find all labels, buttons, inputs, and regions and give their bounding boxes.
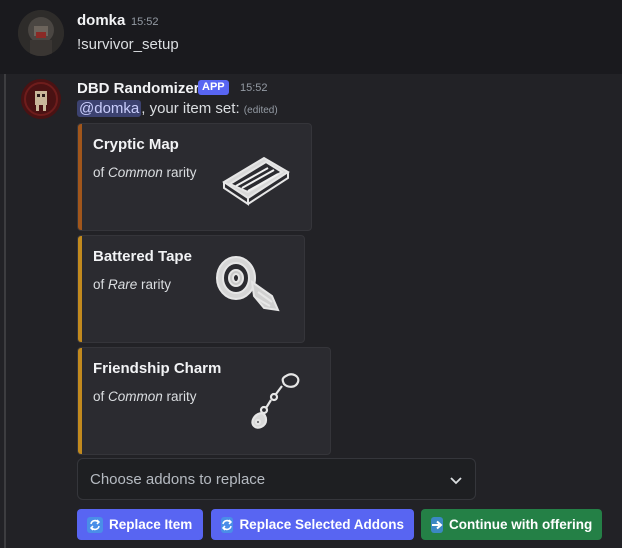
embed-accent	[78, 348, 82, 454]
item-embed-battered-tape: Battered Tape of Rare rarity	[77, 235, 305, 343]
rarity-prefix: of	[93, 165, 109, 180]
rarity-suffix: rarity	[162, 389, 197, 404]
rarity-prefix: of	[93, 277, 109, 292]
repeat-icon	[221, 516, 234, 533]
timestamp[interactable]: 15:52	[131, 16, 159, 28]
bot-timestamp[interactable]: 15:52	[240, 82, 268, 94]
continue-with-offering-button[interactable]: Continue with offering	[421, 509, 602, 540]
username[interactable]: domka	[77, 12, 125, 29]
item-embed-cryptic-map: Cryptic Map of Common rarity	[77, 123, 312, 231]
repeat-icon	[87, 516, 103, 533]
embed-title: Battered Tape	[93, 248, 192, 265]
charm-icon[interactable]	[238, 370, 308, 437]
embed-description: of Common rarity	[93, 165, 197, 180]
bot-avatar[interactable]	[21, 79, 61, 119]
rarity-value: Common	[108, 165, 163, 180]
app-badge: APP	[198, 80, 229, 95]
replace-addons-button[interactable]: Replace Selected Addons	[211, 509, 414, 540]
item-embed-friendship-charm: Friendship Charm of Common rarity	[77, 347, 331, 455]
avatar[interactable]	[18, 10, 64, 56]
button-label: Continue with offering	[449, 517, 593, 532]
embed-title: Friendship Charm	[93, 360, 222, 377]
message-domka: domka 15:52 !survivor_setup	[0, 0, 622, 74]
embed-accent	[78, 236, 82, 342]
tape-icon[interactable]	[214, 252, 284, 319]
rarity-value: Rare	[108, 277, 138, 292]
addons-select[interactable]: Choose addons to replace	[77, 458, 476, 500]
rarity-prefix: of	[93, 389, 109, 404]
user-mention[interactable]: @domka	[77, 100, 142, 117]
arrow-right-icon	[431, 516, 443, 533]
embed-description: of Rare rarity	[93, 277, 171, 292]
map-icon[interactable]	[218, 148, 294, 211]
message-body: , your item set:	[141, 100, 244, 117]
embed-description: of Common rarity	[93, 389, 197, 404]
button-label: Replace Selected Addons	[239, 517, 404, 532]
rarity-suffix: rarity	[137, 277, 172, 292]
message-text: !survivor_setup	[77, 36, 179, 53]
message-highlight-bar	[4, 74, 6, 548]
select-placeholder: Choose addons to replace	[90, 471, 266, 488]
bot-message-text: @domka, your item set: (edited)	[77, 100, 278, 117]
rarity-value: Common	[108, 389, 163, 404]
bot-username[interactable]: DBD Randomizer	[77, 80, 200, 97]
button-label: Replace Item	[109, 517, 193, 532]
embed-accent	[78, 124, 82, 230]
replace-item-button[interactable]: Replace Item	[77, 509, 203, 540]
chevron-down-icon	[449, 473, 463, 492]
edited-label: (edited)	[243, 105, 278, 116]
embed-title: Cryptic Map	[93, 136, 179, 153]
rarity-suffix: rarity	[162, 165, 197, 180]
